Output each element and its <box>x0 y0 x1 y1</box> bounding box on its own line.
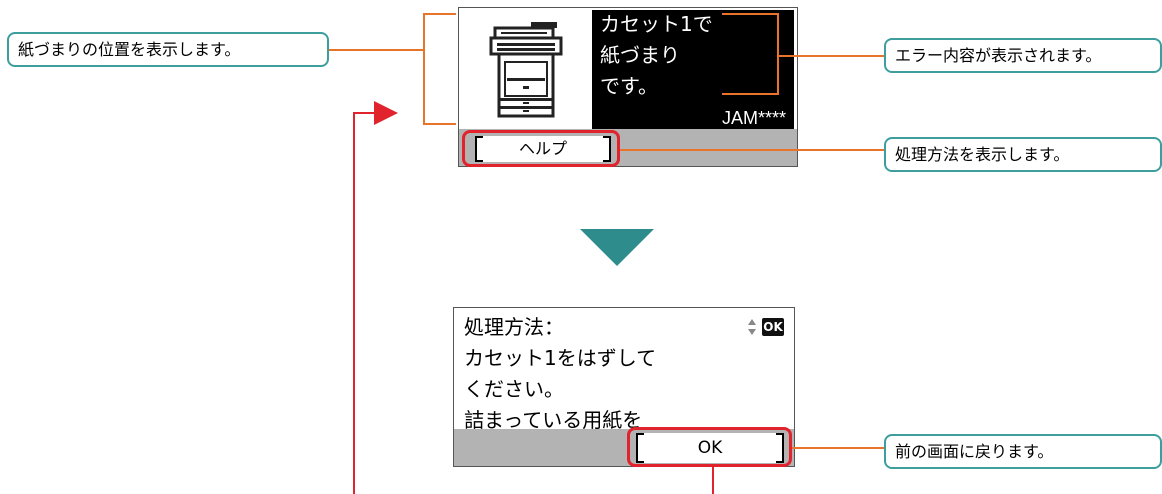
connector-overlay <box>329 13 884 494</box>
return-arrow-head <box>374 101 398 125</box>
leader-error-content <box>722 13 779 95</box>
return-arrow-path <box>353 112 376 494</box>
leader-jam-position <box>423 13 456 125</box>
down-arrow-icon <box>580 229 654 266</box>
